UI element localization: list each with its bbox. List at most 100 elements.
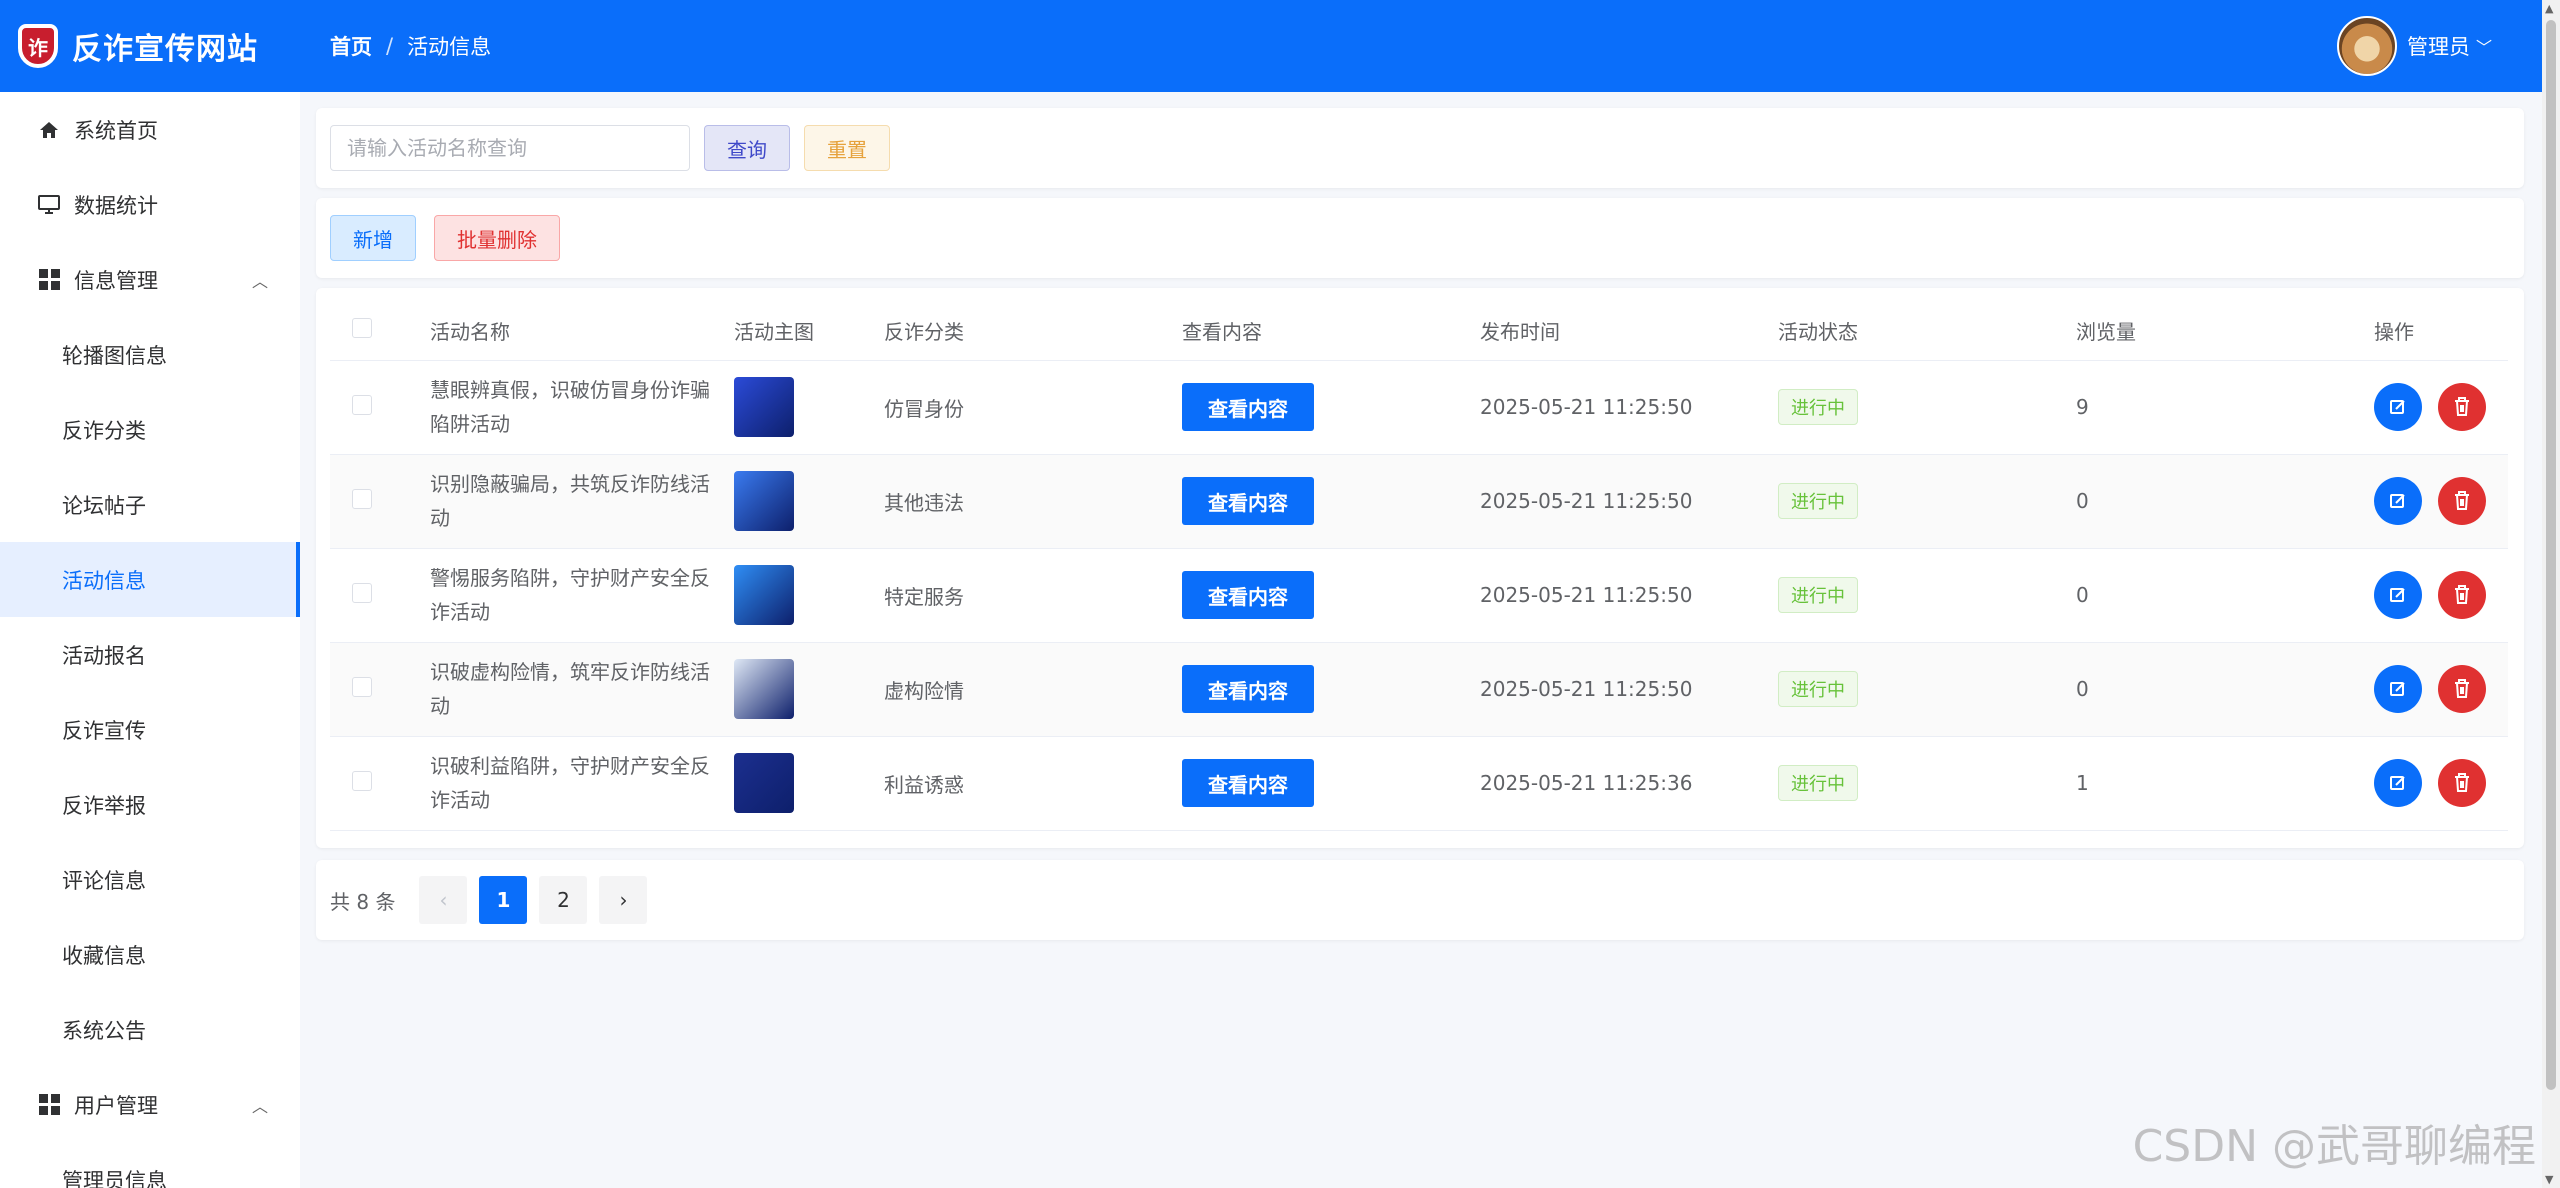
- view-count: 0: [2076, 454, 2374, 549]
- sidebar-item-activity-signup[interactable]: 活动报名: [0, 617, 300, 692]
- watermark: CSDN @武哥聊编程: [2132, 1121, 2536, 1172]
- column-header-time: 发布时间: [1480, 302, 1778, 361]
- status-badge: 进行中: [1778, 577, 1858, 613]
- breadcrumb-home[interactable]: 首页: [330, 31, 372, 61]
- sidebar-item-fraud-category[interactable]: 反诈分类: [0, 392, 300, 467]
- page-scrollbar[interactable]: ▲ ▼: [2542, 0, 2560, 1188]
- user-menu[interactable]: 管理员 ﹀: [2336, 16, 2492, 76]
- edit-icon[interactable]: [2374, 571, 2422, 619]
- activity-thumbnail[interactable]: [734, 471, 794, 531]
- chevron-up-icon[interactable]: ︿: [252, 1093, 268, 1117]
- delete-icon[interactable]: [2438, 759, 2486, 807]
- activity-thumbnail[interactable]: [734, 659, 794, 719]
- sidebar-item-activity-info[interactable]: 活动信息: [0, 542, 300, 617]
- edit-icon[interactable]: [2374, 383, 2422, 431]
- fraud-category: 特定服务: [884, 548, 1182, 643]
- sidebar-item-admin-info[interactable]: 管理员信息: [0, 1142, 300, 1188]
- column-header-category: 反诈分类: [884, 302, 1182, 361]
- sidebar-item-fraud-promotion[interactable]: 反诈宣传: [0, 692, 300, 767]
- table-header-row: 活动名称 活动主图 反诈分类 查看内容 发布时间 活动状态 浏览量 操作: [330, 302, 2508, 361]
- grid-icon: [38, 1094, 60, 1116]
- prev-page-icon[interactable]: ‹: [419, 876, 468, 924]
- sidebar-item-forum-posts[interactable]: 论坛帖子: [0, 467, 300, 542]
- activity-thumbnail[interactable]: [734, 565, 794, 625]
- row-actions: [2374, 759, 2508, 807]
- edit-icon[interactable]: [2374, 759, 2422, 807]
- row-checkbox[interactable]: [352, 394, 372, 415]
- view-content-button[interactable]: 查看内容: [1182, 759, 1314, 807]
- view-content-button[interactable]: 查看内容: [1182, 477, 1314, 525]
- next-page-icon[interactable]: ›: [599, 876, 648, 924]
- sidebar-item-comments[interactable]: 评论信息: [0, 842, 300, 917]
- row-actions: [2374, 665, 2508, 713]
- add-button[interactable]: 新增: [330, 215, 416, 261]
- row-checkbox[interactable]: [352, 770, 372, 791]
- row-checkbox[interactable]: [352, 676, 372, 697]
- sidebar-item-carousel[interactable]: 轮播图信息: [0, 317, 300, 392]
- row-checkbox[interactable]: [352, 582, 372, 603]
- row-checkbox[interactable]: [352, 488, 372, 509]
- view-content-button[interactable]: 查看内容: [1182, 571, 1314, 619]
- home-icon: [38, 119, 60, 141]
- view-content-button[interactable]: 查看内容: [1182, 383, 1314, 431]
- delete-icon[interactable]: [2438, 477, 2486, 525]
- delete-icon[interactable]: [2438, 383, 2486, 431]
- sidebar-item-fraud-report[interactable]: 反诈举报: [0, 767, 300, 842]
- edit-icon[interactable]: [2374, 477, 2422, 525]
- scroll-down-icon[interactable]: ▼: [2545, 1173, 2553, 1186]
- table-row: 警惕服务陷阱，守护财产安全反诈活动 特定服务 查看内容 2025-05-21 1…: [330, 548, 2508, 643]
- sidebar-item-label: 收藏信息: [62, 943, 146, 968]
- activity-name: 识破利益陷阱，守护财产安全反诈活动: [430, 736, 734, 831]
- activity-thumbnail[interactable]: [734, 753, 794, 813]
- view-content-button[interactable]: 查看内容: [1182, 665, 1314, 713]
- column-header-image: 活动主图: [734, 302, 884, 361]
- query-button[interactable]: 查询: [704, 125, 790, 171]
- sidebar-item-label: 反诈宣传: [62, 718, 146, 743]
- publish-time: 2025-05-21 11:25:50: [1480, 454, 1778, 549]
- sidebar-item-favorites[interactable]: 收藏信息: [0, 917, 300, 992]
- row-actions: [2374, 383, 2508, 431]
- batch-delete-button[interactable]: 批量删除: [434, 215, 560, 261]
- sidebar-item-label: 用户管理: [74, 1093, 158, 1118]
- table-row: 慧眼辨真假，识破仿冒身份诈骗陷阱活动 仿冒身份 查看内容 2025-05-21 …: [330, 360, 2508, 455]
- search-input[interactable]: [330, 125, 690, 171]
- sidebar-item-label: 数据统计: [74, 193, 158, 218]
- view-count: 0: [2076, 548, 2374, 643]
- sidebar-item-label: 管理员信息: [62, 1168, 167, 1188]
- sidebar-item-home[interactable]: 系统首页: [0, 92, 300, 167]
- fraud-category: 其他违法: [884, 454, 1182, 549]
- chevron-up-icon[interactable]: ︿: [252, 268, 268, 292]
- total-count: 共 8 条: [330, 889, 396, 914]
- chevron-down-icon[interactable]: ﹀: [2476, 34, 2492, 58]
- logo[interactable]: 诈 反诈宣传网站: [0, 24, 300, 68]
- page-button-2[interactable]: 2: [539, 876, 588, 924]
- logo-char: 诈: [28, 35, 48, 60]
- sidebar-item-label: 反诈举报: [62, 793, 146, 818]
- activity-thumbnail[interactable]: [734, 377, 794, 437]
- edit-icon[interactable]: [2374, 665, 2422, 713]
- view-count: 9: [2076, 360, 2374, 455]
- column-header-actions: 操作: [2374, 302, 2508, 361]
- view-count: 1: [2076, 736, 2374, 831]
- sidebar-item-label: 反诈分类: [62, 418, 146, 443]
- sidebar-item-stats[interactable]: 数据统计: [0, 167, 300, 242]
- monitor-icon: [38, 194, 60, 216]
- user-name[interactable]: 管理员: [2407, 31, 2470, 61]
- site-title: 反诈宣传网站: [72, 32, 258, 67]
- select-all-checkbox[interactable]: [352, 318, 372, 339]
- table-row: 识别隐蔽骗局，共筑反诈防线活动 其他违法 查看内容 2025-05-21 11:…: [330, 454, 2508, 549]
- sidebar-item-label: 信息管理: [74, 268, 158, 293]
- scrollbar-thumb[interactable]: [2546, 20, 2556, 1090]
- page-button-1[interactable]: 1: [479, 876, 528, 924]
- delete-icon[interactable]: [2438, 571, 2486, 619]
- status-badge: 进行中: [1778, 483, 1858, 519]
- reset-button[interactable]: 重置: [804, 125, 890, 171]
- status-badge: 进行中: [1778, 671, 1858, 707]
- delete-icon[interactable]: [2438, 665, 2486, 713]
- sidebar-item-user-management[interactable]: 用户管理 ︿: [0, 1067, 300, 1142]
- sidebar-item-info-management[interactable]: 信息管理 ︿: [0, 242, 300, 317]
- scroll-up-icon[interactable]: ▲: [2545, 2, 2553, 15]
- avatar[interactable]: [2336, 16, 2397, 76]
- sidebar-item-announcements[interactable]: 系统公告: [0, 992, 300, 1067]
- fraud-category: 虚构险情: [884, 642, 1182, 737]
